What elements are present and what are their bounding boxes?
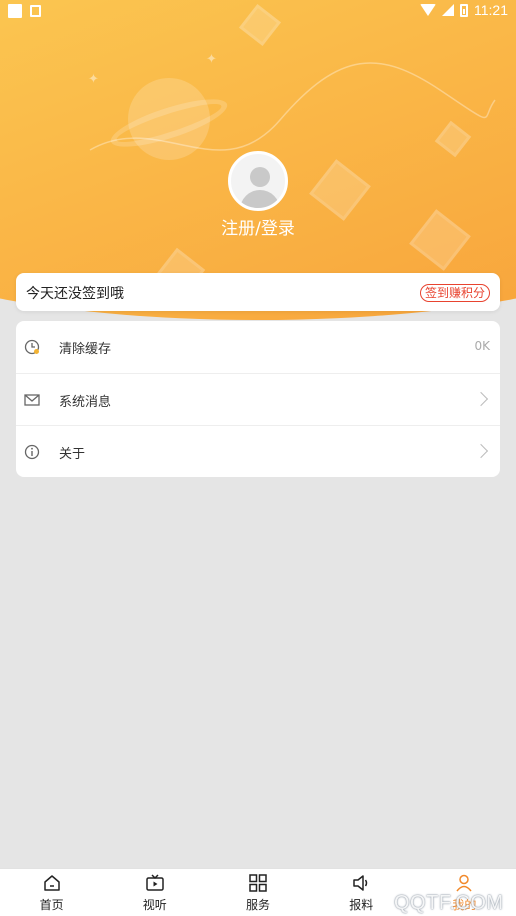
chevron-right-icon: [473, 391, 489, 407]
avatar-head-icon: [250, 167, 270, 187]
menu-item-clear-cache[interactable]: 清除缓存 0K: [16, 321, 500, 373]
chevron-right-icon: [473, 443, 489, 459]
avatar[interactable]: [228, 151, 288, 211]
menu-item-label: 关于: [59, 447, 86, 462]
menu-item-label: 系统消息: [59, 395, 112, 410]
info-icon: [24, 444, 40, 460]
login-link[interactable]: 注册/登录: [0, 214, 516, 239]
mail-icon: [24, 394, 40, 406]
signin-card: 今天还没签到哦 签到赚积分: [16, 273, 500, 311]
cache-size-value: 0K: [474, 339, 490, 353]
tab-services[interactable]: 服务: [206, 869, 309, 916]
speaker-icon: [353, 875, 368, 891]
signal-icon: [442, 4, 454, 16]
tab-media[interactable]: 视听: [103, 869, 206, 916]
tab-home[interactable]: 首页: [0, 869, 103, 916]
clock-icon: [24, 339, 40, 355]
status-bar: 11:21: [0, 0, 516, 24]
signin-status-text: 今天还没签到哦: [26, 286, 124, 302]
notification-icon: [30, 5, 41, 17]
menu-item-label: 清除缓存: [59, 342, 112, 357]
grid-icon: [249, 874, 267, 892]
status-time: 11:21: [474, 2, 508, 18]
menu-item-about[interactable]: 关于: [16, 425, 500, 477]
settings-menu: 清除缓存 0K 系统消息 关于: [16, 321, 500, 477]
avatar-body-icon: [240, 190, 280, 208]
menu-item-messages[interactable]: 系统消息: [16, 373, 500, 425]
person-icon: [456, 874, 472, 892]
wifi-icon: [420, 4, 436, 16]
home-icon: [43, 875, 60, 891]
wave-line-decoration: [89, 62, 496, 151]
tv-icon: [146, 874, 164, 891]
signin-button[interactable]: 签到赚积分: [419, 284, 490, 302]
tab-label: 视听: [142, 898, 167, 912]
battery-icon: [460, 3, 468, 17]
notification-icon: [8, 4, 22, 18]
sparkle-icon: ✦: [206, 52, 217, 67]
tab-label: 服务: [246, 898, 271, 912]
sparkle-icon: ✦: [88, 72, 99, 87]
profile-header: ✦ ✦ ✦ 11:21 注册/登录: [0, 0, 516, 320]
tab-label: 首页: [39, 898, 64, 912]
watermark-text: QQTF.COM: [394, 892, 504, 914]
